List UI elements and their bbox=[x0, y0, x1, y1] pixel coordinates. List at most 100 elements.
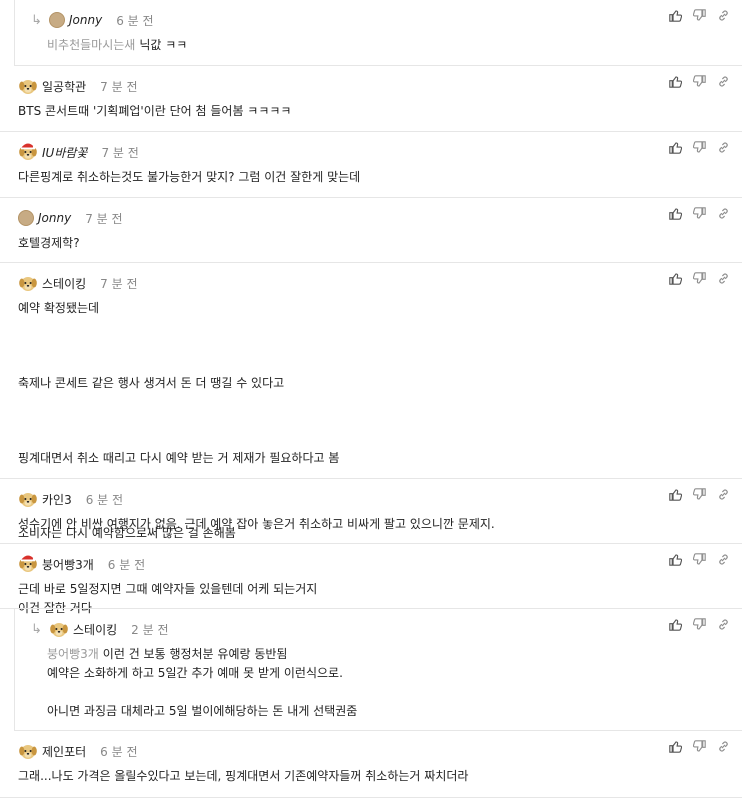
link-icon bbox=[717, 73, 730, 92]
thumbs-down-icon bbox=[692, 270, 706, 289]
comment-body: 근데 바로 5일정지면 그때 예약자들 있을텐데 어케 되는거지 bbox=[18, 580, 317, 599]
dislike-button[interactable] bbox=[690, 206, 708, 222]
dislike-button[interactable] bbox=[690, 487, 708, 503]
thumbs-down-icon bbox=[692, 7, 706, 26]
thumbs-up-icon bbox=[668, 616, 682, 635]
comment-text: 예약 확정됐는데 bbox=[18, 301, 100, 315]
comment-text: 호텔경제학? bbox=[18, 236, 80, 250]
link-icon bbox=[717, 139, 730, 158]
dog-avatar-icon[interactable] bbox=[18, 142, 38, 162]
comment-body: 다른핑계로 취소하는것도 불가능한거 맞지? 그럼 이건 잘한게 맞는데 bbox=[18, 168, 360, 187]
link-button[interactable] bbox=[714, 74, 732, 90]
comment-body: 성수기에 안 비싼 여행지가 없음. 근데 예약 잡아 놓은거 취소하고 비싸게… bbox=[18, 515, 495, 534]
comment-actions bbox=[666, 271, 732, 287]
thumbs-up-icon bbox=[668, 139, 682, 158]
author-nickname[interactable]: IU바람꽃 bbox=[42, 144, 87, 161]
comment-text: 핑계대면서 취소 때리고 다시 예약 받는 거 제재가 필요하다고 봄 bbox=[18, 451, 340, 465]
comment: IU바람꽃 7 분 전 다른핑계로 취소하는것도 불가능한거 맞지? 그럼 이건 잘… bbox=[0, 132, 742, 198]
avatar[interactable] bbox=[49, 12, 65, 28]
thumbs-down-icon bbox=[692, 73, 706, 92]
link-button[interactable] bbox=[714, 617, 732, 633]
thumbs-up-icon bbox=[668, 205, 682, 224]
thumbs-up-icon bbox=[668, 486, 682, 505]
like-button[interactable] bbox=[666, 552, 684, 568]
dislike-button[interactable] bbox=[690, 271, 708, 287]
link-icon bbox=[717, 270, 730, 289]
timestamp: 7 분 전 bbox=[100, 276, 138, 291]
comment: Jonny 7 분 전호텔경제학? bbox=[0, 198, 742, 263]
like-button[interactable] bbox=[666, 74, 684, 90]
comment-header: Jonny 7 분 전 bbox=[18, 208, 123, 228]
dog-avatar-icon[interactable] bbox=[49, 619, 69, 639]
author-nickname[interactable]: Jonny bbox=[69, 13, 102, 27]
author-nickname[interactable]: 카인3 bbox=[42, 491, 72, 508]
link-icon bbox=[717, 486, 730, 505]
comment-body: 그래...나도 가격은 올릴수있다고 보는데, 핑계대면서 기존예약자들꺼 취소… bbox=[18, 767, 468, 786]
comment-line bbox=[18, 328, 339, 366]
dog-avatar-icon[interactable] bbox=[18, 741, 38, 761]
thumbs-up-icon bbox=[668, 551, 682, 570]
link-button[interactable] bbox=[714, 140, 732, 156]
comment-body: 호텔경제학? bbox=[18, 234, 80, 253]
timestamp: 7 분 전 bbox=[100, 79, 138, 94]
dislike-button[interactable] bbox=[690, 739, 708, 755]
link-icon bbox=[717, 738, 730, 757]
link-button[interactable] bbox=[714, 8, 732, 24]
comment-text: 아니면 과징금 대체라고 5일 벌이에해당하는 돈 내게 선택권줌 bbox=[47, 704, 358, 718]
link-icon bbox=[717, 7, 730, 26]
like-button[interactable] bbox=[666, 140, 684, 156]
dislike-button[interactable] bbox=[690, 140, 708, 156]
reply-comment: ↳ 스테이킹 2 분 전 붕어빵3개 이런 건 보통 행정처분 유예랑 동반됨 예약은 … bbox=[14, 609, 742, 731]
comment-text: 성수기에 안 비싼 여행지가 없음. 근데 예약 잡아 놓은거 취소하고 비싸게… bbox=[18, 517, 495, 531]
link-button[interactable] bbox=[714, 271, 732, 287]
dislike-button[interactable] bbox=[690, 617, 708, 633]
like-button[interactable] bbox=[666, 739, 684, 755]
author-nickname[interactable]: 스테이킹 bbox=[73, 621, 117, 638]
comment-line bbox=[47, 683, 357, 702]
comment-header: 붕어빵3개 6 분 전 bbox=[18, 554, 145, 574]
comment-actions bbox=[666, 206, 732, 222]
comment-line: 핑계대면서 취소 때리고 다시 예약 받는 거 제재가 필요하다고 봄 bbox=[18, 440, 339, 478]
replied-to-user[interactable]: 붕어빵3개 bbox=[47, 647, 99, 661]
dislike-button[interactable] bbox=[690, 8, 708, 24]
comment-text bbox=[18, 414, 22, 428]
comment-actions bbox=[666, 140, 732, 156]
link-button[interactable] bbox=[714, 739, 732, 755]
link-button[interactable] bbox=[714, 552, 732, 568]
like-button[interactable] bbox=[666, 206, 684, 222]
dislike-button[interactable] bbox=[690, 74, 708, 90]
author-nickname[interactable]: Jonny bbox=[38, 211, 71, 225]
avatar[interactable] bbox=[18, 210, 34, 226]
comment: 일공학관 7 분 전 BTS 콘서트때 '기획폐업'이란 단어 첨 들어봄 ㅋㅋㅋㅋ bbox=[0, 66, 742, 132]
author-nickname[interactable]: 붕어빵3개 bbox=[42, 556, 94, 573]
comment-actions bbox=[666, 739, 732, 755]
comment-list: ↳ Jonny 6 분 전 비추천들마시는새 닉값 ㅋㅋ 일공학관 7 분 전 BTS 콘서… bbox=[0, 0, 752, 802]
timestamp: 6 분 전 bbox=[85, 492, 124, 507]
timestamp: 6 분 전 bbox=[116, 13, 154, 28]
dog-avatar-icon[interactable] bbox=[18, 76, 38, 96]
replied-to-user[interactable]: 비추천들마시는새 bbox=[47, 38, 135, 52]
author-nickname[interactable]: 스테이킹 bbox=[42, 275, 86, 292]
comment-line: 축제나 콘세트 같은 행사 생겨서 돈 더 땡길 수 있다고 bbox=[18, 365, 339, 403]
timestamp: 2 분 전 bbox=[131, 622, 169, 637]
link-button[interactable] bbox=[714, 487, 732, 503]
link-button[interactable] bbox=[714, 206, 732, 222]
comment-text: 예약은 소화하게 하고 5일간 추가 예매 못 받게 이런식으로. bbox=[47, 666, 343, 680]
like-button[interactable] bbox=[666, 271, 684, 287]
comment-header: ↳ 스테이킹 2 분 전 bbox=[31, 619, 169, 639]
like-button[interactable] bbox=[666, 487, 684, 503]
dog-avatar-icon[interactable] bbox=[18, 489, 38, 509]
thumbs-up-icon bbox=[668, 738, 682, 757]
like-button[interactable] bbox=[666, 617, 684, 633]
comment-line: BTS 콘서트때 '기획폐업'이란 단어 첨 들어봄 ㅋㅋㅋㅋ bbox=[18, 102, 291, 121]
dog-avatar-icon[interactable] bbox=[18, 554, 38, 574]
comment-actions bbox=[666, 487, 732, 503]
dislike-button[interactable] bbox=[690, 552, 708, 568]
comment-text: BTS 콘서트때 '기획폐업'이란 단어 첨 들어봄 ㅋㅋㅋㅋ bbox=[18, 104, 292, 118]
author-nickname[interactable]: 제인포터 bbox=[42, 743, 86, 760]
author-nickname[interactable]: 일공학관 bbox=[42, 78, 86, 95]
comment-text bbox=[18, 339, 22, 353]
thumbs-down-icon bbox=[692, 139, 706, 158]
comment-text: 닉값 ㅋㅋ bbox=[139, 38, 188, 52]
like-button[interactable] bbox=[666, 8, 684, 24]
